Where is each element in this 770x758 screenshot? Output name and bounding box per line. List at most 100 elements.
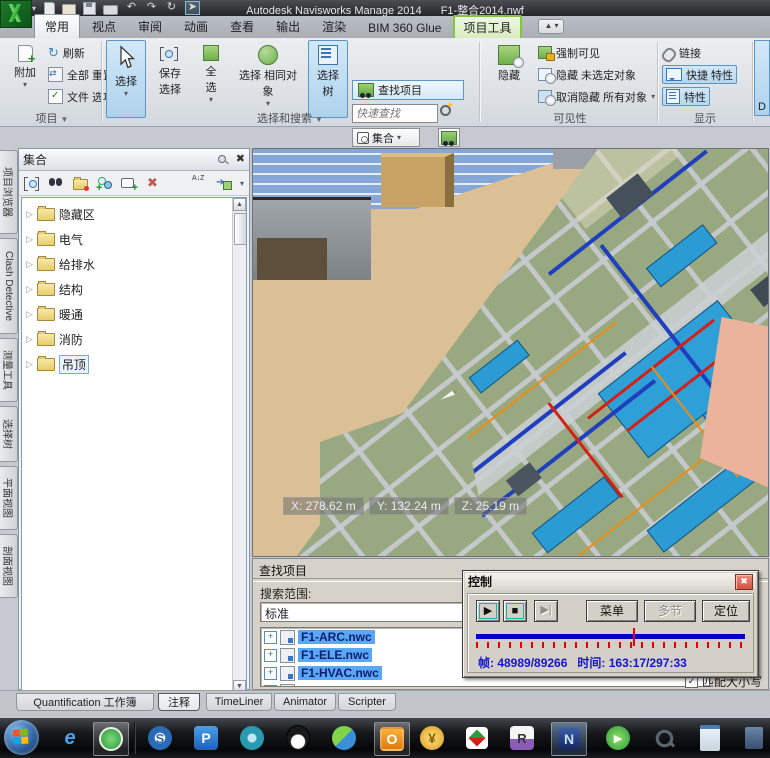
expand-plus-icon[interactable]: + [264,648,277,662]
tab-scripter[interactable]: Scripter [338,693,396,711]
expand-icon[interactable]: ▷ [26,334,33,345]
require-button[interactable]: 强制可见 [538,44,600,61]
group-project-label[interactable]: 项目 ▼ [10,110,94,125]
sidebar-tab-measure-tools[interactable]: 测量工具 [0,338,18,402]
viewport-3d[interactable]: X: 278.62 m Y: 132.24 m Z: 25.19 m [252,148,769,557]
timeline-marker[interactable] [633,628,636,646]
tab-viewpoint[interactable]: 视点 [82,15,126,38]
application-menu-dropdown-icon[interactable]: ▾ [32,4,36,13]
tab-review[interactable]: 审阅 [128,15,172,38]
tab-animation[interactable]: 动画 [174,15,218,38]
qq-icon[interactable] [284,724,312,752]
refresh-qat-icon[interactable]: ↻ [165,2,178,14]
tab-output[interactable]: 输出 [266,15,310,38]
quick-find-search-button[interactable] [440,105,451,119]
navisworks-icon[interactable]: N [551,722,587,756]
refresh-button[interactable]: ↻ 刷新 [48,44,85,61]
media-diamond-app-icon[interactable] [463,724,491,752]
add-comment-icon[interactable] [120,175,138,194]
sidebar-tab-clash-detective[interactable]: Clash Detective [0,238,18,334]
fetion-icon[interactable] [330,724,358,752]
ribbon-minimize-button[interactable]: ▲ ▾ [537,19,564,34]
pps-icon[interactable]: P [192,724,220,752]
save-icon[interactable] [83,1,96,15]
revit-icon[interactable]: R [508,724,536,752]
set-folder-row[interactable]: ▷ 结构 [26,279,83,299]
quick-properties-button[interactable]: 快捷 特性 [662,65,738,84]
save-search-as-set-icon[interactable] [48,175,65,191]
set-folder-row[interactable]: ▷ 暖通 [26,304,83,324]
tab-bim360glue[interactable]: BIM 360 Glue [358,18,451,38]
expand-icon[interactable]: ▷ [26,359,33,370]
tab-item-tools[interactable]: 项目工具 [453,15,522,38]
new-file-icon[interactable] [44,1,55,15]
duplicate-set-icon[interactable] [96,175,113,194]
snipping-tool-icon[interactable] [650,724,678,752]
control-dialog[interactable]: 控制 ✖ ▶ ■ ▶| 菜单 多节 定位 帧: 48989/89266 时间: … [462,570,759,678]
expand-icon[interactable]: ▷ [26,259,33,270]
expand-icon[interactable]: ▷ [26,209,33,220]
expand-plus-icon[interactable]: + [264,684,277,686]
save-selection-as-set-icon[interactable] [24,175,41,191]
scroll-up-icon[interactable]: ▲ [233,198,246,211]
file-row-partial[interactable]: + [261,682,709,686]
redo-icon[interactable]: ↷ [145,2,158,14]
select-qat-icon[interactable]: ➤ [185,1,200,15]
close-icon[interactable]: ✖ [236,154,245,165]
undo-icon[interactable]: ↶ [125,2,138,14]
pin-icon[interactable] [217,154,228,165]
expand-icon[interactable]: ▷ [26,284,33,295]
sets-scrollbar[interactable]: ▲ ▼ [232,198,246,693]
expand-icon[interactable]: ▷ [26,234,33,245]
sogou-icon[interactable]: S [146,724,174,752]
selection-inspector-button[interactable] [438,128,460,147]
select-all-button[interactable]: 全 选 ▾ [194,40,228,118]
expand-plus-icon[interactable]: + [264,666,277,680]
delete-set-icon[interactable]: ✖ [144,175,161,191]
import-export-dropdown-icon[interactable]: ▾ [240,179,244,188]
group-select-label[interactable]: 选择和搜索 ▼ [200,110,380,125]
properties-button[interactable]: 特性 [662,87,710,106]
new-folder-icon[interactable] [72,175,89,191]
select-button[interactable]: 选择 ▾ [106,40,146,118]
stop-button[interactable]: ■ [503,600,527,622]
open-file-icon[interactable] [62,4,76,15]
expand-plus-icon[interactable]: + [264,630,277,644]
expand-icon[interactable]: ▷ [26,309,33,320]
control-dialog-titlebar[interactable]: 控制 ✖ [465,573,756,590]
sidebar-tab-section-view[interactable]: 剖面视图 [0,534,18,598]
timeline-bar[interactable] [476,634,745,639]
set-folder-row[interactable]: ▷ 给排水 [26,254,95,274]
tab-timeliner[interactable]: TimeLiner [206,693,272,711]
qq-player-icon[interactable] [238,724,266,752]
select-same-button[interactable]: 选择 相同对象 ▾ [230,40,306,118]
tab-comments[interactable]: 注释 [158,693,200,711]
find-items-button[interactable]: 查找项目 [352,80,464,100]
sidebar-tab-selection-tree[interactable]: 选择树 [0,406,18,462]
set-folder-row[interactable]: ▷ 消防 [26,329,83,349]
print-icon[interactable] [103,4,118,15]
browser-360-icon[interactable] [93,722,129,756]
tab-animator[interactable]: Animator [274,693,336,711]
menu-button[interactable]: 菜单 [586,600,638,622]
application-menu-button[interactable] [0,0,32,28]
tab-quantification[interactable]: Quantification 工作簿 [16,693,154,711]
selection-tree-button[interactable]: 选择 树 [308,40,348,118]
sidebar-tab-project-browser[interactable]: 项目浏览器 [0,150,18,234]
tab-view[interactable]: 查看 [220,15,264,38]
tab-render[interactable]: 渲染 [312,15,356,38]
append-button[interactable]: 附加 ▾ [6,40,44,118]
calculator-icon[interactable] [740,724,768,752]
datatools-button-partial[interactable]: D [754,40,770,116]
notepad-icon[interactable] [696,724,724,752]
sidebar-tab-plan-view[interactable]: 平面视图 [0,466,18,530]
tencent-video-icon[interactable]: ▶ [604,724,632,752]
sort-icon[interactable]: A↓Z [192,175,209,191]
play-button[interactable]: ▶ [476,600,500,622]
locate-button[interactable]: 定位 [702,600,750,622]
links-button[interactable]: 链接 [662,44,701,61]
orange-o-app-icon[interactable]: O [374,722,410,756]
coin-app-icon[interactable]: ¥ [418,724,446,752]
unhide-all-button[interactable]: 取消隐藏 所有对象 ▾ [538,88,655,106]
sets-dropdown[interactable]: 集合 ▾ [352,128,420,147]
